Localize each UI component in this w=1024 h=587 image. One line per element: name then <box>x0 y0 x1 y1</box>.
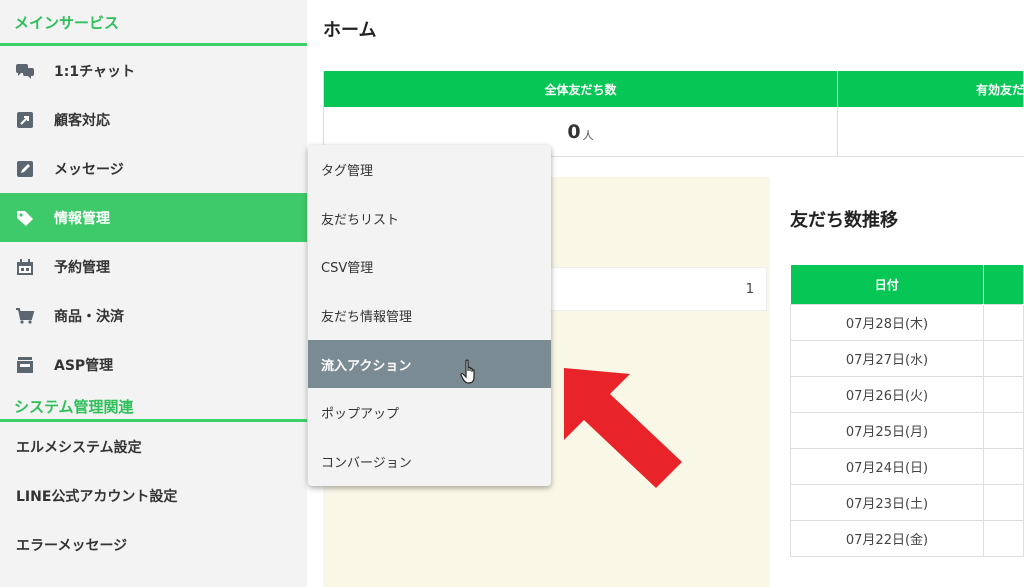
table-row: 07月23日(土) <box>790 483 1024 521</box>
page-title: ホーム <box>323 20 377 41</box>
sidebar-item-label: 1:1チャット <box>54 63 135 80</box>
date-cell: 07月22日(金) <box>790 519 984 557</box>
sidebar-item-label: 予約管理 <box>54 259 110 276</box>
hand-cursor-icon <box>460 359 475 384</box>
sidebar-item-asp[interactable]: ASP管理 <box>0 340 307 389</box>
table-row: 07月24日(日) <box>790 447 1024 485</box>
sidebar-item-customer[interactable]: 顧客対応 <box>0 95 307 144</box>
valid-friends-cell <box>838 107 1024 156</box>
table-row: 07月26日(火) <box>790 375 1024 413</box>
sidebar-item-label: 顧客対応 <box>54 112 110 129</box>
table-row: 07月25日(月) <box>790 411 1024 449</box>
pen-box-icon <box>14 160 36 178</box>
sidebar: メインサービス 1:1チャット 顧客対応 メッセージ 情報管理 予約管理 商品・… <box>0 0 307 587</box>
sidebar-item-label: 情報管理 <box>54 210 110 227</box>
menu-item-conversion[interactable]: コンバージョン <box>308 437 551 486</box>
date-cell: 07月28日(木) <box>790 303 984 341</box>
table-row: 07月22日(金) <box>790 519 1024 557</box>
sidebar-item-error-messages[interactable]: エラーメッセージ <box>0 520 307 569</box>
arrow-box-icon <box>14 111 36 129</box>
total-friends-unit: 人 <box>582 128 594 142</box>
tag-icon <box>14 209 36 227</box>
chat-bubbles-icon <box>14 62 36 80</box>
table-row: 07月28日(木) <box>790 303 1024 341</box>
date-cell: 07月24日(日) <box>790 447 984 485</box>
menu-item-inflow-action[interactable]: 流入アクション <box>308 339 551 389</box>
calendar-icon <box>14 258 36 276</box>
menu-item-friend-info-management[interactable]: 友だち情報管理 <box>308 291 551 340</box>
menu-item-friend-list[interactable]: 友だちリスト <box>308 194 551 243</box>
info-management-submenu: タグ管理 友だちリスト CSV管理 友だち情報管理 流入アクション ポップアップ… <box>308 145 551 486</box>
friend-trend-table: 日付 07月28日(木) 07月27日(水) 07月26日(火) 07月25日(… <box>790 265 1024 557</box>
page: メインサービス 1:1チャット 顧客対応 メッセージ 情報管理 予約管理 商品・… <box>0 0 1024 587</box>
sidebar-item-label: 商品・決済 <box>54 308 124 325</box>
sidebar-item-line-account-settings[interactable]: LINE公式アカウント設定 <box>0 471 307 520</box>
friend-trend-title: 友だち数推移 <box>790 210 898 231</box>
sidebar-item-message[interactable]: メッセージ <box>0 144 307 193</box>
sidebar-item-lme-settings[interactable]: エルメシステム設定 <box>0 422 307 471</box>
sidebar-item-reservation[interactable]: 予約管理 <box>0 242 307 291</box>
system-section-heading: システム管理関連 <box>0 389 307 422</box>
total-friends-header: 全体友だち数 <box>324 71 838 107</box>
sidebar-item-label: ASP管理 <box>54 357 114 374</box>
menu-item-popup[interactable]: ポップアップ <box>308 388 551 437</box>
sidebar-item-products[interactable]: 商品・決済 <box>0 291 307 340</box>
menu-item-label: 流入アクション <box>321 358 412 374</box>
cart-icon <box>14 307 36 325</box>
sidebar-item-chat[interactable]: 1:1チャット <box>0 46 307 95</box>
row-value: 1 <box>745 281 754 297</box>
sidebar-item-info-management[interactable]: 情報管理 <box>0 193 307 242</box>
date-cell: 07月26日(火) <box>790 375 984 413</box>
table-row: 07月27日(水) <box>790 339 1024 377</box>
sidebar-item-label: メッセージ <box>54 161 124 178</box>
menu-item-tag-management[interactable]: タグ管理 <box>308 145 551 194</box>
date-column-header: 日付 <box>790 265 984 304</box>
total-friends-value: 0 <box>567 120 581 143</box>
date-cell: 07月27日(水) <box>790 339 984 377</box>
count-column-header <box>983 265 1024 304</box>
inbox-icon <box>14 356 36 374</box>
date-cell: 07月25日(月) <box>790 411 984 449</box>
main-services-heading: メインサービス <box>0 0 307 46</box>
menu-item-csv-management[interactable]: CSV管理 <box>308 242 551 291</box>
date-cell: 07月23日(土) <box>790 483 984 521</box>
valid-friends-header: 有効友だ <box>838 71 1024 107</box>
red-arrow-icon <box>564 368 682 488</box>
